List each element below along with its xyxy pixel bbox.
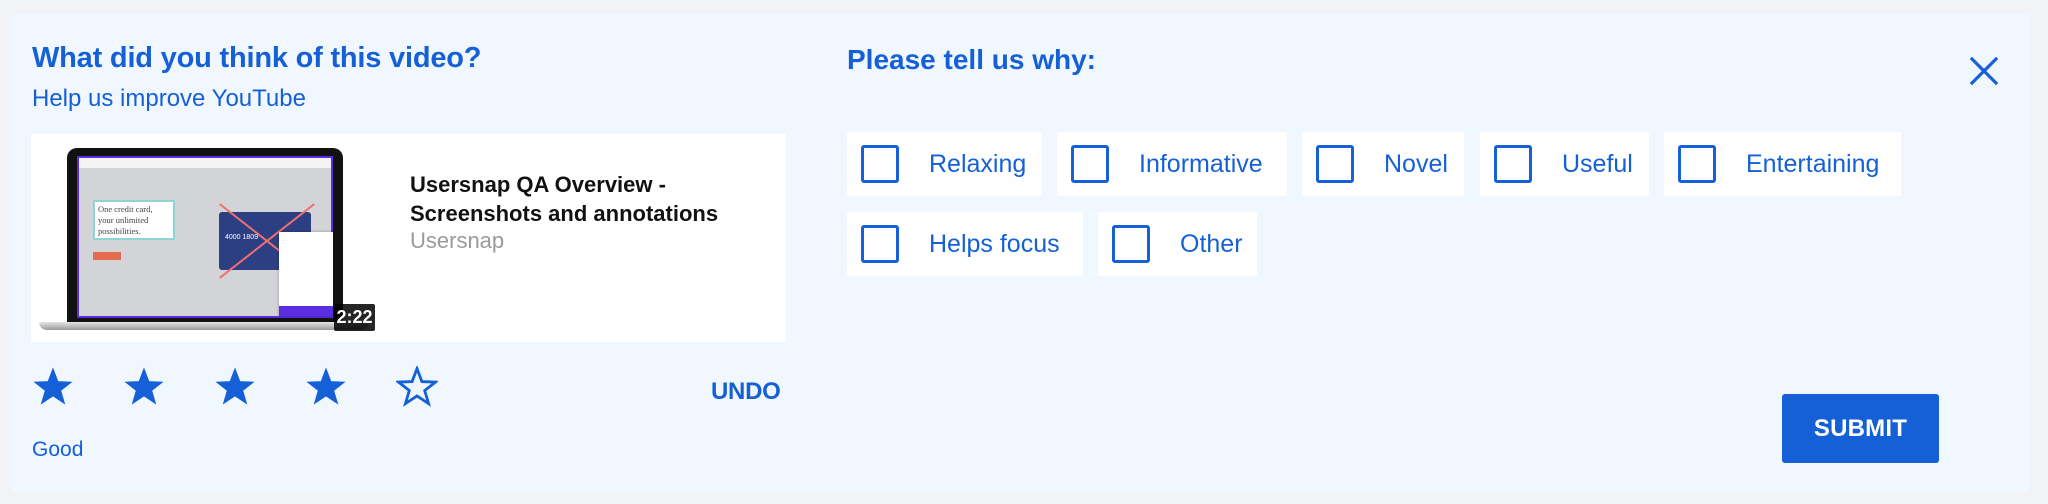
star-4-button[interactable] <box>305 366 347 408</box>
thumbnail-screen: One credit card, your unlimited possibil… <box>77 156 333 318</box>
thumbnail-button <box>93 252 121 260</box>
reason-option-informative[interactable]: Informative <box>1057 132 1287 196</box>
channel-name: Usersnap <box>410 228 505 253</box>
star-filled-icon <box>33 367 73 405</box>
star-filled-icon <box>124 367 164 405</box>
reason-option-novel[interactable]: Novel <box>1302 132 1464 196</box>
reason-label: Other <box>1180 230 1243 258</box>
video-thumbnail: One credit card, your unlimited possibil… <box>31 134 378 342</box>
star-outline-icon <box>396 366 438 407</box>
star-1-button[interactable] <box>32 366 74 408</box>
reasons-heading: Please tell us why: <box>847 44 1096 75</box>
thumbnail-widget <box>279 232 333 316</box>
duration-badge: 2:22 <box>334 304 375 331</box>
rating-label: Good <box>32 438 84 461</box>
reason-option-helps-focus[interactable]: Helps focus <box>847 212 1083 276</box>
star-2-button[interactable] <box>123 366 165 408</box>
reason-option-other[interactable]: Other <box>1098 212 1257 276</box>
checkbox[interactable] <box>861 225 899 263</box>
reason-option-useful[interactable]: Useful <box>1480 132 1649 196</box>
checkbox[interactable] <box>1071 145 1109 183</box>
thumbnail-widget-footer <box>279 306 333 316</box>
video-title: Usersnap QA Overview - Screenshots and a… <box>410 172 719 226</box>
star-filled-icon <box>306 367 346 405</box>
reason-option-relaxing[interactable]: Relaxing <box>847 132 1042 196</box>
submit-button[interactable]: SUBMIT <box>1782 394 1939 463</box>
video-card: One credit card, your unlimited possibil… <box>31 134 786 342</box>
star-filled-icon <box>215 367 255 405</box>
checkbox[interactable] <box>1112 225 1150 263</box>
thumbnail-browser-bar <box>79 158 331 168</box>
reason-label: Relaxing <box>929 150 1027 178</box>
checkbox[interactable] <box>1316 145 1354 183</box>
reason-label: Useful <box>1562 150 1633 178</box>
reason-label: Novel <box>1384 150 1448 178</box>
star-3-button[interactable] <box>214 366 256 408</box>
reason-label: Helps focus <box>929 230 1060 258</box>
survey-title: What did you think of this video? <box>32 42 482 74</box>
star-5-button[interactable] <box>396 366 438 408</box>
close-icon <box>1969 56 1999 86</box>
close-button[interactable] <box>1969 56 1999 86</box>
survey-subtitle: Help us improve YouTube <box>32 85 306 112</box>
reason-option-entertaining[interactable]: Entertaining <box>1664 132 1901 196</box>
thumbnail-headline: One credit card, your unlimited possibil… <box>93 200 175 240</box>
laptop-base <box>39 322 369 330</box>
reason-label: Entertaining <box>1746 150 1880 178</box>
checkbox[interactable] <box>1494 145 1532 183</box>
feedback-survey-panel: What did you think of this video? Help u… <box>12 14 2029 492</box>
checkbox[interactable] <box>861 145 899 183</box>
undo-button[interactable]: UNDO <box>711 378 781 406</box>
checkbox[interactable] <box>1678 145 1716 183</box>
reason-label: Informative <box>1139 150 1263 178</box>
